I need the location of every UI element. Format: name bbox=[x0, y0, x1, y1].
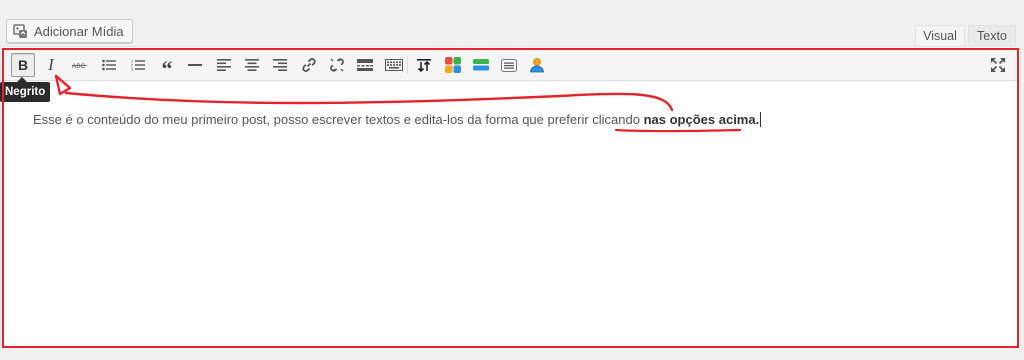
link-icon bbox=[301, 57, 317, 73]
editor-toolbar: B I ABC 123 “ bbox=[2, 48, 1019, 81]
bulleted-list-button[interactable] bbox=[97, 53, 121, 77]
bulleted-list-icon bbox=[102, 59, 116, 71]
tab-visual[interactable]: Visual bbox=[915, 25, 965, 46]
numbered-list-icon: 123 bbox=[131, 59, 145, 71]
align-right-button[interactable] bbox=[268, 53, 292, 77]
strikethrough-icon: ABC bbox=[72, 60, 88, 70]
unlink-icon bbox=[329, 57, 345, 73]
insert-link-button[interactable] bbox=[297, 53, 321, 77]
list-box-icon bbox=[501, 58, 517, 72]
align-center-icon bbox=[245, 59, 259, 71]
plugin-arrows-button[interactable] bbox=[412, 53, 436, 77]
read-more-button[interactable] bbox=[353, 53, 377, 77]
post-content[interactable]: Esse é o conteúdo do meu primeiro post, … bbox=[33, 112, 762, 127]
color-grid-icon bbox=[445, 57, 461, 73]
editor-area[interactable]: B I ABC 123 “ bbox=[0, 46, 1021, 348]
toolbar-toggle-button[interactable] bbox=[382, 53, 406, 77]
bold-icon: B bbox=[17, 57, 29, 73]
align-left-button[interactable] bbox=[212, 53, 236, 77]
align-right-icon bbox=[273, 59, 287, 71]
horizontal-line-button[interactable] bbox=[183, 53, 207, 77]
italic-icon: I bbox=[48, 55, 54, 74]
keyboard-icon bbox=[385, 59, 403, 71]
media-upload-icon bbox=[13, 23, 29, 39]
blockquote-button[interactable]: “ bbox=[155, 53, 179, 81]
plugin-list-box-button[interactable] bbox=[497, 53, 521, 77]
plugin-user-button[interactable] bbox=[525, 53, 549, 77]
align-left-icon bbox=[217, 59, 231, 71]
content-text: Esse é o conteúdo do meu primeiro post, … bbox=[33, 112, 644, 127]
fullscreen-icon bbox=[990, 57, 1006, 73]
read-more-icon bbox=[357, 59, 373, 71]
strikethrough-button[interactable]: ABC bbox=[68, 53, 92, 77]
bold-button[interactable]: B bbox=[11, 53, 35, 77]
plugin-color-bars-button[interactable] bbox=[469, 53, 493, 77]
svg-text:3: 3 bbox=[131, 67, 134, 72]
content-bold-text: nas opções acima. bbox=[643, 112, 760, 127]
svg-text:ABC: ABC bbox=[72, 63, 86, 70]
horizontal-line-icon bbox=[188, 63, 202, 67]
tab-text[interactable]: Texto bbox=[968, 25, 1016, 46]
add-media-button[interactable]: Adicionar Mídia bbox=[6, 19, 133, 43]
italic-button[interactable]: I bbox=[39, 53, 63, 77]
fullscreen-button[interactable] bbox=[986, 53, 1010, 77]
color-bars-icon bbox=[473, 59, 489, 71]
remove-link-button[interactable] bbox=[325, 53, 349, 77]
text-caret bbox=[760, 112, 762, 127]
bold-tooltip: Negrito bbox=[0, 77, 51, 102]
numbered-list-button[interactable]: 123 bbox=[126, 53, 150, 77]
align-center-button[interactable] bbox=[240, 53, 264, 77]
add-media-label: Adicionar Mídia bbox=[34, 23, 124, 39]
arrows-icon bbox=[417, 58, 431, 72]
plugin-color-grid-button[interactable] bbox=[441, 53, 465, 77]
user-icon bbox=[529, 57, 545, 73]
toolbar-separator bbox=[407, 56, 408, 74]
quote-icon: “ bbox=[161, 56, 173, 81]
